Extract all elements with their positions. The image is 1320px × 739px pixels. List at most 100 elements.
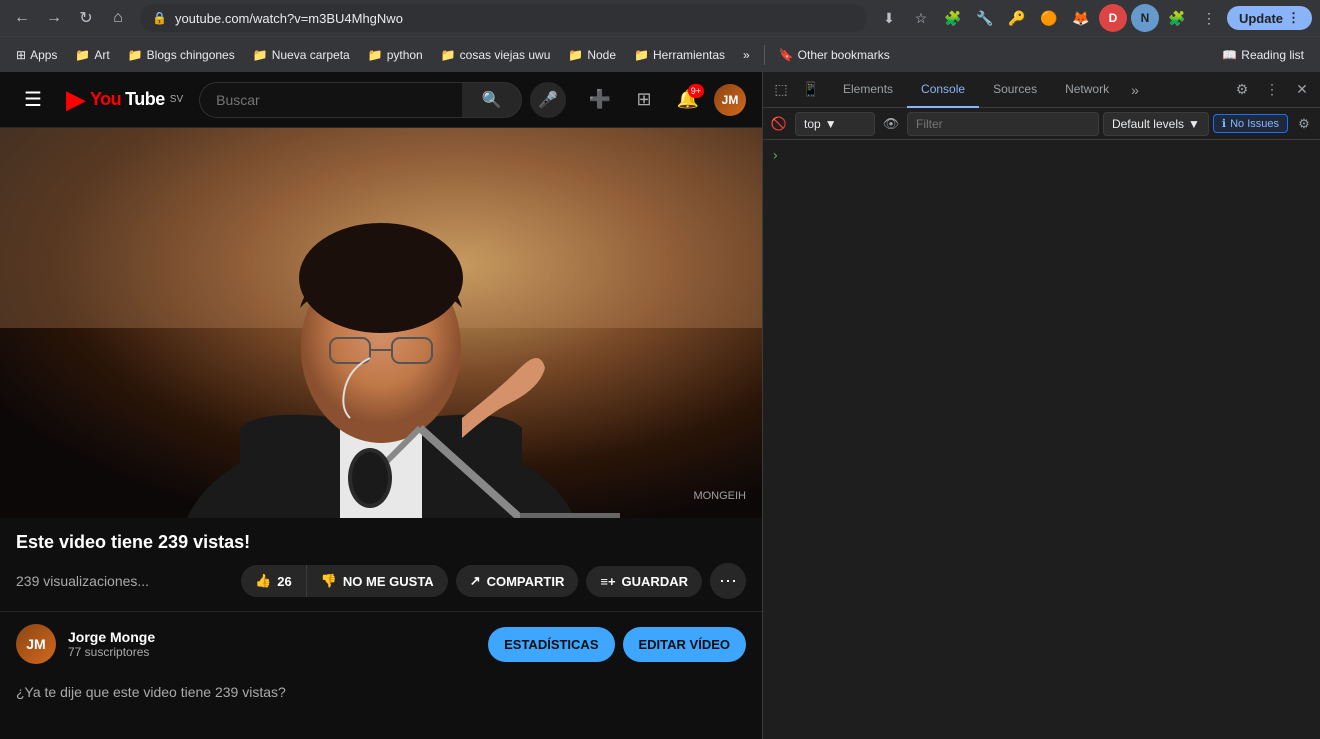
user-profile-icon[interactable]: N xyxy=(1131,4,1159,32)
extensions-icon-btn[interactable]: 🧩 xyxy=(939,4,967,32)
home-button[interactable]: ⌂ xyxy=(104,4,132,32)
yt-avatar[interactable]: JM xyxy=(714,84,746,116)
more-tools-btn[interactable]: ⋮ xyxy=(1195,4,1223,32)
channel-action-buttons: ESTADÍSTICAS EDITAR VÍDEO xyxy=(488,627,746,662)
reddit-btn[interactable]: 🟠 xyxy=(1035,4,1063,32)
channel-section: JM Jorge Monge 77 suscriptores ESTADÍSTI… xyxy=(0,611,762,676)
issues-icon: ℹ xyxy=(1222,117,1226,130)
avatar-initials: JM xyxy=(722,93,739,107)
video-thumbnail[interactable]: MONGEIH xyxy=(0,128,762,518)
puzzle-icon-btn[interactable]: 🧩 xyxy=(1163,4,1191,32)
console-clear-btn[interactable]: 🚫 xyxy=(767,112,791,136)
update-more-icon: ⋮ xyxy=(1287,10,1300,26)
yt-notification-button[interactable]: 🔔 9+ xyxy=(670,82,706,118)
update-button[interactable]: Update ⋮ xyxy=(1227,6,1312,30)
stats-button[interactable]: ESTADÍSTICAS xyxy=(488,627,614,662)
reading-list-icon: 📖 xyxy=(1222,48,1237,62)
console-prompt-line: › xyxy=(763,144,1320,168)
console-levels-selector[interactable]: Default levels ▼ xyxy=(1103,112,1209,136)
yt-create-button[interactable]: ➕ xyxy=(582,82,618,118)
yt-logo[interactable]: ▶ YouTube SV xyxy=(66,84,183,115)
bookmark-star-btn[interactable]: ☆ xyxy=(907,4,935,32)
devtools-tab-sources[interactable]: Sources xyxy=(979,72,1051,108)
folder-icon-4: 📁 xyxy=(368,48,383,62)
console-filter-input[interactable] xyxy=(907,112,1099,136)
channel-avatar[interactable]: JM xyxy=(16,624,56,664)
back-button[interactable]: ← xyxy=(8,4,36,32)
toolbar-icons: ⬇ ☆ 🧩 🔧 🔑 🟠 🦊 D N 🧩 ⋮ Update ⋮ xyxy=(875,4,1312,32)
bookmark-python[interactable]: 📁 python xyxy=(360,44,431,66)
yt-menu-button[interactable]: ☰ xyxy=(16,79,50,120)
devtools-toolbar-right: ⚙ ⋮ ✕ xyxy=(1224,76,1320,104)
main-area: ☰ ▶ YouTube SV 🔍 🎤 ➕ ⊞ 🔔 9+ xyxy=(0,72,1320,739)
yt-logo-icon: ▶ xyxy=(66,84,86,115)
bookmarks-bar: ⊞ Apps 📁 Art 📁 Blogs chingones 📁 Nueva c… xyxy=(0,36,1320,72)
apps-grid-icon: ⊞ xyxy=(16,48,26,62)
devtools-settings-btn[interactable]: ⚙ xyxy=(1228,76,1256,104)
nav-buttons: ← → ↻ ⌂ xyxy=(8,4,132,32)
console-issues-badge[interactable]: ℹ No Issues xyxy=(1213,114,1288,133)
yt-search-input[interactable] xyxy=(199,82,462,118)
bookmark-blogs[interactable]: 📁 Blogs chingones xyxy=(120,44,243,66)
yt-notification-badge: 9+ xyxy=(688,84,704,98)
like-count: 26 xyxy=(277,574,291,589)
channel-info: Jorge Monge 77 suscriptores xyxy=(68,629,476,659)
bookmark-nueva[interactable]: 📁 Nueva carpeta xyxy=(245,44,358,66)
bookmark-art[interactable]: 📁 Art xyxy=(67,44,117,66)
yt-logo-text-2: Tube xyxy=(125,89,165,110)
yt-mic-button[interactable]: 🎤 xyxy=(530,82,566,118)
context-dropdown-arrow: ▼ xyxy=(825,117,837,131)
console-context-selector[interactable]: top ▼ xyxy=(795,112,875,136)
bookmark-folder-icon: 🔖 xyxy=(779,48,794,62)
lastpass-btn[interactable]: 🔑 xyxy=(1003,4,1031,32)
folder-icon-2: 📁 xyxy=(128,48,143,62)
save-button[interactable]: ≡+ GUARDAR xyxy=(586,566,702,597)
bookmark-node[interactable]: 📁 Node xyxy=(560,44,624,66)
download-icon-btn[interactable]: ⬇ xyxy=(875,4,903,32)
bookmark-separator xyxy=(764,45,765,65)
devtools-close-btn[interactable]: ✕ xyxy=(1288,76,1316,104)
address-bar[interactable]: 🔒 youtube.com/watch?v=m3BU4MhgNwo xyxy=(140,4,867,32)
share-label: COMPARTIR xyxy=(487,574,565,589)
mobile-view-btn[interactable]: 📱 xyxy=(797,76,825,104)
bookmark-herramientas[interactable]: 📁 Herramientas xyxy=(626,44,733,66)
folder-icon: 📁 xyxy=(75,48,90,62)
inspect-element-btn[interactable]: ⬚ xyxy=(767,76,795,104)
profile-avatar[interactable]: D xyxy=(1099,4,1127,32)
refresh-button[interactable]: ↻ xyxy=(72,4,100,32)
devtools-more-btn[interactable]: ⋮ xyxy=(1258,76,1286,104)
devtools-tab-network[interactable]: Network xyxy=(1051,72,1123,108)
bookmarks-more-btn[interactable]: » xyxy=(735,44,758,66)
yt-search: 🔍 🎤 xyxy=(199,82,566,118)
console-settings-btn[interactable]: ⚙ xyxy=(1292,112,1316,136)
devtools-tab-elements[interactable]: Elements xyxy=(829,72,907,108)
devtools-tab-console[interactable]: Console xyxy=(907,72,979,108)
devtools-tabs-more[interactable]: » xyxy=(1123,72,1147,108)
dislike-icon: 👎 xyxy=(321,573,337,589)
channel-avatar-initials: JM xyxy=(26,636,45,652)
forward-button[interactable]: → xyxy=(40,4,68,32)
dislike-button[interactable]: 👎 NO ME GUSTA xyxy=(306,565,448,597)
edit-video-button[interactable]: EDITAR VÍDEO xyxy=(623,627,747,662)
yt-search-button[interactable]: 🔍 xyxy=(462,82,522,118)
devtools-console-content: › xyxy=(763,140,1320,739)
devtools-extension-btn[interactable]: 🔧 xyxy=(971,4,999,32)
youtube-header: ☰ ▶ YouTube SV 🔍 🎤 ➕ ⊞ 🔔 9+ xyxy=(0,72,762,128)
share-button[interactable]: ↗ COMPARTIR xyxy=(456,565,579,597)
bookmark-apps[interactable]: ⊞ Apps xyxy=(8,44,65,66)
lock-icon: 🔒 xyxy=(152,11,167,25)
devtools-left-icons: ⬚ 📱 xyxy=(763,76,829,104)
bookmark-cosas[interactable]: 📁 cosas viejas uwu xyxy=(433,44,559,66)
levels-arrow: ▼ xyxy=(1188,117,1200,131)
folder-icon-7: 📁 xyxy=(634,48,649,62)
yt-apps-button[interactable]: ⊞ xyxy=(626,82,662,118)
channel-name: Jorge Monge xyxy=(68,629,476,645)
fox-btn[interactable]: 🦊 xyxy=(1067,4,1095,32)
more-actions-button[interactable]: ⋯ xyxy=(710,563,746,599)
console-eye-btn[interactable]: 👁 xyxy=(879,112,903,136)
video-container: MONGEIH xyxy=(0,128,762,518)
other-bookmarks[interactable]: 🔖 Other bookmarks xyxy=(771,44,898,66)
like-button[interactable]: 👍 26 xyxy=(241,565,306,597)
url-text: youtube.com/watch?v=m3BU4MhgNwo xyxy=(175,11,855,26)
reading-list-button[interactable]: 📖 Reading list xyxy=(1214,44,1312,66)
